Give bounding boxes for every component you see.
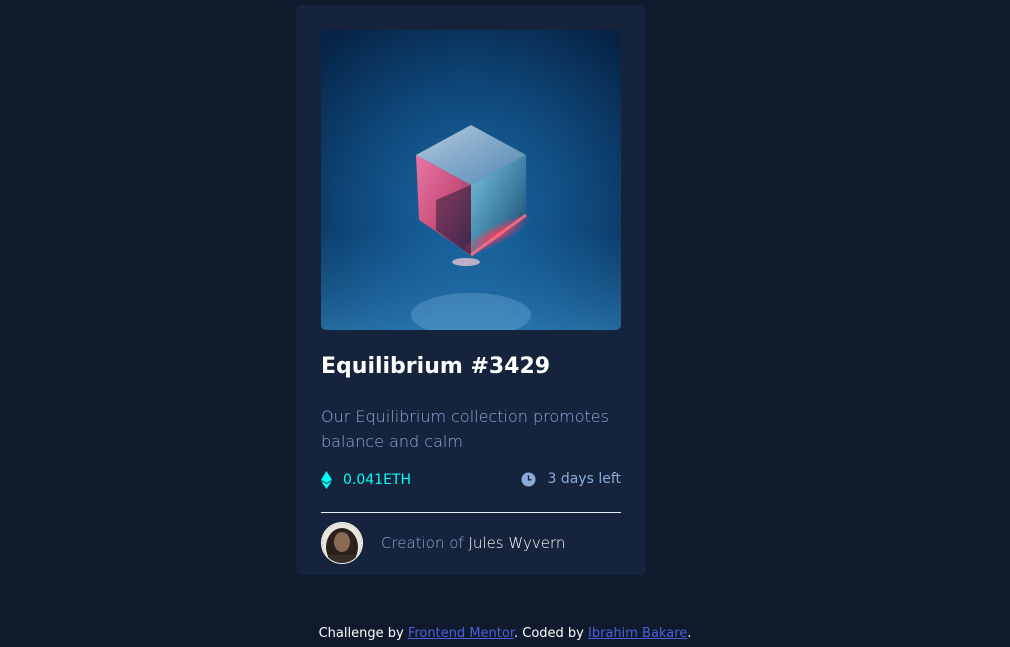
clock-icon (521, 472, 536, 486)
creator-name-link[interactable]: Jules Wyvern (468, 534, 565, 552)
frontend-mentor-link[interactable]: Frontend Mentor (408, 626, 514, 641)
author-link[interactable]: Ibrahim Bakare (588, 626, 687, 641)
ethereum-icon (321, 471, 332, 489)
attribution-prefix: Challenge by (318, 626, 404, 641)
nft-description: Our Equilibrium collection promotes bala… (321, 407, 609, 451)
attribution-middle: . Coded by (513, 626, 584, 641)
time-left-value: 3 days left (547, 471, 621, 487)
equilibrium-cube-image (321, 30, 621, 330)
creator-text: Creation of Jules Wyvern (381, 534, 565, 552)
attribution: Challenge by Frontend Mentor. Coded by I… (0, 626, 1010, 641)
time-block: 3 days left (521, 471, 621, 487)
price-value: 0.041ETH (343, 472, 412, 488)
creator-prefix: Creation of (381, 534, 464, 552)
creator-row: Creation of Jules Wyvern (321, 522, 621, 564)
nft-card: Equilibrium #3429 Our Equilibrium collec… (296, 5, 646, 575)
price-block: 0.041ETH (321, 471, 411, 489)
avatar (321, 522, 363, 564)
attribution-suffix: . (687, 626, 692, 641)
divider (321, 512, 621, 513)
nft-title[interactable]: Equilibrium #3429 (321, 354, 550, 379)
avatar-image (322, 523, 362, 563)
nft-meta: 0.041ETH 3 days left (321, 471, 621, 493)
nft-image[interactable] (321, 30, 621, 330)
